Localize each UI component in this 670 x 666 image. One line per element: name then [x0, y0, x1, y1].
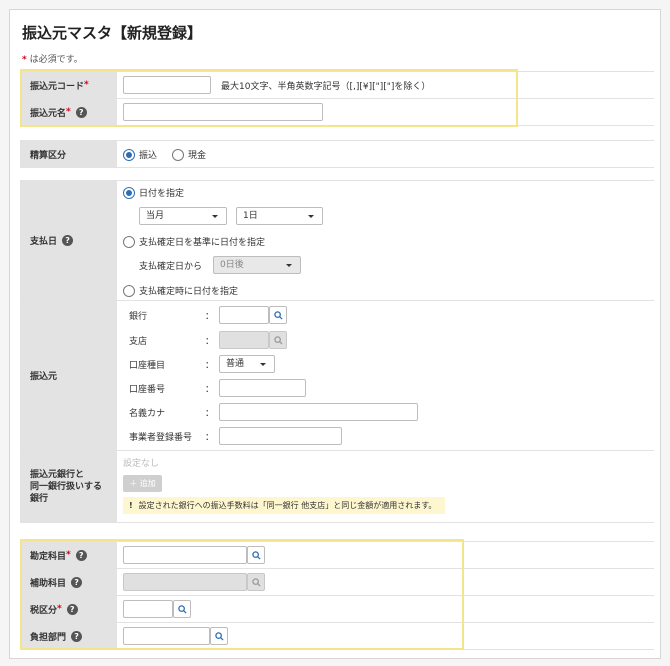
radio-at-confirm[interactable]: 支払確定時に日付を指定	[123, 284, 238, 297]
business-no-label: 事業者登録番号	[129, 433, 193, 443]
help-icon[interactable]: ?	[62, 235, 74, 246]
chevron-down-icon	[260, 363, 266, 366]
add-button[interactable]: ＋ 追加	[123, 475, 162, 492]
required-note-text: は必須です。	[29, 55, 83, 65]
chevron-down-icon	[212, 215, 218, 218]
bank-input[interactable]	[219, 306, 269, 324]
row-settlement: 精算区分 振込 現金	[20, 141, 654, 168]
chevron-down-icon	[308, 215, 314, 218]
branch-label: 支店	[129, 337, 148, 347]
search-icon	[273, 310, 283, 320]
section-payment: 支払日? 日付を指定 当月 1日 支払確定日を基準に日付を指定 支払確定日から …	[20, 180, 654, 523]
form-panel: 振込元マスタ【新規登録】 * は必須です。 振込元コード * 最大10文字、半角英…	[9, 9, 661, 659]
radio-unchecked-icon	[172, 148, 184, 161]
label-source: 振込元	[20, 301, 117, 450]
holder-kana-input[interactable]	[219, 403, 418, 421]
chevron-down-icon	[286, 264, 292, 267]
required-note: * は必須です。	[22, 52, 83, 65]
account-no-input[interactable]	[219, 379, 306, 397]
search-icon	[273, 335, 283, 345]
radio-checked-icon	[123, 148, 135, 161]
radio-transfer[interactable]: 振込	[123, 148, 157, 161]
day-select[interactable]: 1日	[236, 207, 323, 225]
account-type-select[interactable]: 普通	[219, 355, 275, 373]
bank-search-button[interactable]	[269, 306, 287, 324]
holder-kana-label: 名義カナ	[129, 409, 166, 419]
warning-icon: !	[129, 501, 133, 510]
account-no-label: 口座番号	[129, 385, 166, 395]
confirm-from-label: 支払確定日から	[139, 262, 203, 272]
row-payday: 支払日? 日付を指定 当月 1日 支払確定日を基準に日付を指定 支払確定日から …	[20, 181, 654, 301]
warning-message: ! 設定された銀行への振込手数料は「同一銀行 他支店」と同じ金額が適用されます。	[123, 497, 445, 514]
branch-search-button[interactable]	[269, 331, 287, 349]
label-settlement: 精算区分	[20, 141, 117, 167]
radio-checked-icon	[123, 186, 135, 199]
radio-base-confirm-date[interactable]: 支払確定日を基準に日付を指定	[123, 235, 265, 248]
highlight-box-2	[20, 539, 464, 650]
branch-input[interactable]	[219, 331, 269, 349]
row-same-bank: 振込元銀行と 同一銀行扱いする 銀行 設定なし ＋ 追加 ! 設定された銀行への…	[20, 451, 654, 523]
label-same-bank: 振込元銀行と 同一銀行扱いする 銀行	[20, 451, 117, 522]
highlight-box-1	[20, 69, 518, 127]
section-settlement: 精算区分 振込 現金	[20, 140, 654, 168]
radio-cash[interactable]: 現金	[172, 148, 206, 161]
month-select[interactable]: 当月	[139, 207, 227, 225]
account-type-label: 口座種目	[129, 361, 166, 371]
bank-label: 銀行	[129, 312, 148, 322]
none-set-text: 設定なし	[123, 459, 160, 469]
row-source: 振込元 銀行 ： 支店 ： 口座種目 ： 普通 口座番号 ： 名義カナ ： 事業…	[20, 301, 654, 451]
label-payday: 支払日?	[20, 181, 117, 300]
radio-specify-date[interactable]: 日付を指定	[123, 186, 184, 199]
required-mark: *	[22, 55, 27, 65]
offset-select[interactable]: 0日後	[213, 256, 301, 274]
radio-unchecked-icon	[123, 235, 135, 248]
radio-unchecked-icon	[123, 284, 135, 297]
page-title: 振込元マスタ【新規登録】	[22, 24, 203, 42]
business-no-input[interactable]	[219, 427, 342, 445]
